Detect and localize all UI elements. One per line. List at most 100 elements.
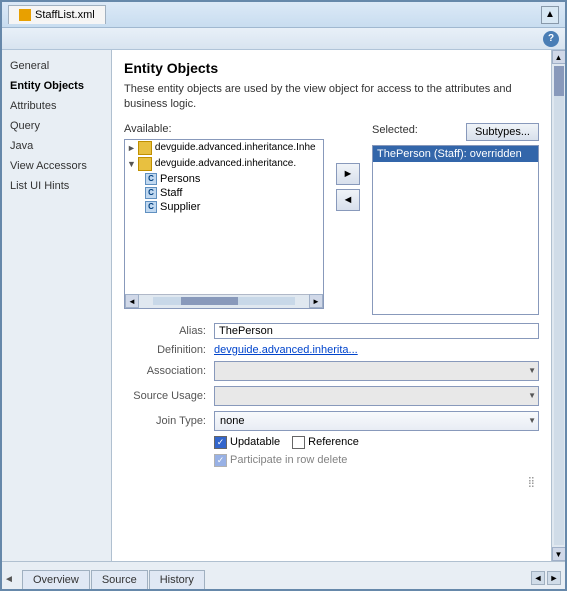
help-bar: ? [2, 28, 565, 50]
file-icon [19, 9, 31, 21]
class-icon: C [145, 201, 157, 213]
participate-checkbox-item[interactable]: Participate in row delete [214, 454, 539, 467]
panels-area: Available: ► devguide.advanced.inheritan… [124, 123, 539, 315]
class-icon: C [145, 187, 157, 199]
resize-grip-icon[interactable]: ⣿ [528, 477, 535, 488]
tree-item-label: Staff [160, 187, 182, 199]
tab-overview[interactable]: Overview [22, 570, 90, 589]
remove-button[interactable]: ◄ [336, 189, 360, 211]
join-type-select[interactable]: none ▼ [214, 411, 539, 431]
toolbar-right: ▲ [541, 6, 559, 24]
available-panel: Available: ► devguide.advanced.inheritan… [124, 123, 324, 309]
tree-arrow-icon: ▼ [127, 159, 136, 169]
expand-button[interactable]: ▲ [541, 6, 559, 24]
available-tree[interactable]: ► devguide.advanced.inheritance.Inhe ▼ d… [124, 139, 324, 309]
title-tab-label: StaffList.xml [35, 9, 95, 21]
participate-label: Participate in row delete [230, 454, 347, 466]
transfer-buttons: ► ◄ [332, 123, 364, 211]
reference-checkbox-item[interactable]: Reference [292, 436, 359, 449]
selected-label: Selected: [372, 124, 418, 136]
list-item[interactable]: C Staff [125, 186, 323, 200]
bottom-scroll-right[interactable]: ► [547, 571, 561, 585]
checkboxes-area: Updatable Reference [214, 436, 539, 449]
tree-item-label: devguide.advanced.inheritance. [155, 158, 296, 169]
scroll-track [153, 297, 295, 305]
select-arrow-icon: ▼ [528, 391, 536, 400]
definition-row: Definition: devguide.advanced.inherita..… [124, 344, 539, 356]
properties-area: Alias: Definition: devguide.advanced.inh… [124, 323, 539, 467]
source-usage-select[interactable]: ▼ [214, 386, 539, 406]
selected-panel: Selected: Subtypes... ThePerson (Staff):… [372, 123, 539, 315]
tree-item-label: Persons [160, 173, 200, 185]
participate-row: Participate in row delete [124, 454, 539, 467]
list-item[interactable]: C Supplier [125, 200, 323, 214]
source-usage-row: Source Usage: ▼ [124, 386, 539, 406]
vertical-scrollbar[interactable]: ▲ ▼ [551, 50, 565, 561]
page-title: Entity Objects [124, 60, 539, 76]
selected-item-label: ThePerson (Staff): overridden [377, 148, 522, 160]
scroll-down-button[interactable]: ▼ [552, 547, 566, 561]
tree-item-label: devguide.advanced.inheritance.Inhe [155, 142, 316, 153]
participate-checkbox[interactable] [214, 454, 227, 467]
sidebar-item-attributes[interactable]: Attributes [2, 96, 111, 116]
updatable-checkbox-item[interactable]: Updatable [214, 436, 280, 449]
add-button[interactable]: ► [336, 163, 360, 185]
alias-row: Alias: [124, 323, 539, 339]
sidebar-item-java[interactable]: Java [2, 136, 111, 156]
add-arrow-icon: ► [343, 168, 354, 180]
scroll-up-button[interactable]: ▲ [552, 50, 566, 64]
selected-list[interactable]: ThePerson (Staff): overridden [372, 145, 539, 315]
list-item[interactable]: C Persons [125, 172, 323, 186]
bottom-tab-bar: ◄ Overview Source History ◄ ► [2, 561, 565, 589]
scroll-right-button[interactable]: ► [309, 294, 323, 308]
tab-nav-left[interactable]: ◄ [4, 574, 14, 585]
sidebar-item-view-accessors[interactable]: View Accessors [2, 156, 111, 176]
definition-link[interactable]: devguide.advanced.inherita... [214, 344, 358, 356]
join-type-row: Join Type: none ▼ [124, 411, 539, 431]
bottom-scroll-left[interactable]: ◄ [531, 571, 545, 585]
horizontal-scrollbar[interactable]: ◄ ► [125, 294, 323, 308]
alias-input[interactable] [214, 323, 539, 339]
association-value: ▼ [214, 361, 539, 381]
updatable-checkbox[interactable] [214, 436, 227, 449]
scroll-track [554, 66, 564, 545]
sidebar-item-general[interactable]: General [2, 56, 111, 76]
remove-arrow-icon: ◄ [343, 194, 354, 206]
available-label: Available: [124, 123, 324, 135]
package-icon [138, 141, 152, 155]
tree-item-label: Supplier [160, 201, 200, 213]
tree-arrow-icon: ► [127, 143, 136, 153]
expand-icon: ▲ [545, 9, 555, 20]
join-type-label: Join Type: [124, 415, 214, 427]
package-icon [138, 157, 152, 171]
reference-checkbox[interactable] [292, 436, 305, 449]
association-label: Association: [124, 365, 214, 377]
title-tab[interactable]: StaffList.xml [8, 5, 106, 24]
source-usage-value: ▼ [214, 386, 539, 406]
list-item[interactable]: ► devguide.advanced.inheritance.Inhe [125, 140, 323, 156]
association-select[interactable]: ▼ [214, 361, 539, 381]
source-usage-label: Source Usage: [124, 390, 214, 402]
help-icon: ? [548, 33, 554, 44]
select-arrow-icon: ▼ [528, 416, 536, 425]
sidebar-item-entity-objects[interactable]: Entity Objects [2, 76, 111, 96]
reference-label: Reference [308, 436, 359, 448]
class-icon: C [145, 173, 157, 185]
sidebar: General Entity Objects Attributes Query … [2, 50, 112, 561]
scroll-left-button[interactable]: ◄ [125, 294, 139, 308]
tab-history[interactable]: History [149, 570, 205, 589]
content-description: These entity objects are used by the vie… [124, 82, 539, 113]
updatable-label: Updatable [230, 436, 280, 448]
list-item[interactable]: ThePerson (Staff): overridden [373, 146, 538, 162]
help-button[interactable]: ? [543, 31, 559, 47]
content-area: Entity Objects These entity objects are … [112, 50, 551, 561]
list-item[interactable]: ▼ devguide.advanced.inheritance. [125, 156, 323, 172]
resize-area: ⣿ [124, 472, 539, 488]
tab-source[interactable]: Source [91, 570, 148, 589]
participate-area: Participate in row delete [214, 454, 539, 467]
sidebar-item-query[interactable]: Query [2, 116, 111, 136]
join-type-value: none ▼ [214, 411, 539, 431]
sidebar-item-list-ui-hints[interactable]: List UI Hints [2, 176, 111, 196]
association-row: Association: ▼ [124, 361, 539, 381]
subtypes-button[interactable]: Subtypes... [466, 123, 539, 141]
